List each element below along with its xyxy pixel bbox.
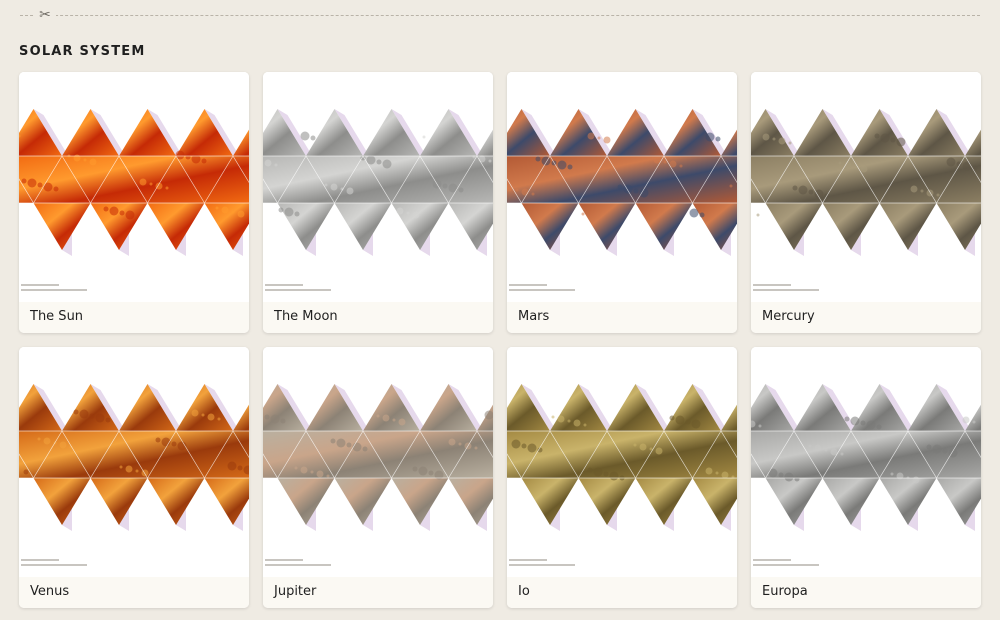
planet-texture: [751, 109, 981, 250]
planet-card[interactable]: Jupiter: [263, 347, 493, 608]
icosahedron-net-preview: [751, 347, 981, 577]
planet-grid: The Sun The Moon Mars Mercury Venus Jupiter Io…: [19, 72, 981, 608]
icosahedron-net-preview: [263, 347, 493, 577]
planet-texture: [19, 384, 249, 525]
planet-name: The Moon: [274, 309, 338, 324]
planet-name: Io: [518, 584, 530, 599]
fine-print: [509, 284, 629, 294]
planet-texture: [507, 109, 737, 250]
card-footer: Mars: [507, 302, 737, 333]
planet-card[interactable]: Mars: [507, 72, 737, 333]
icosahedron-net-preview: [19, 72, 249, 302]
planet-card[interactable]: Mercury: [751, 72, 981, 333]
fine-print: [21, 559, 141, 569]
icosahedron-net: [751, 347, 981, 531]
planet-texture: [263, 109, 493, 250]
planet-card[interactable]: Io: [507, 347, 737, 608]
icosahedron-net: [751, 72, 981, 256]
card-footer: Io: [507, 577, 737, 608]
card-footer: Europa: [751, 577, 981, 608]
card-footer: Jupiter: [263, 577, 493, 608]
icosahedron-net-preview: [19, 347, 249, 577]
card-footer: The Sun: [19, 302, 249, 333]
planet-name: Venus: [30, 584, 70, 599]
planet-name: Mercury: [762, 309, 815, 324]
fine-print: [509, 559, 629, 569]
planet-texture: [19, 109, 249, 250]
icosahedron-net: [507, 72, 737, 256]
icosahedron-net-preview: [751, 72, 981, 302]
icosahedron-net-preview: [263, 72, 493, 302]
planet-name: Mars: [518, 309, 550, 324]
icosahedron-net: [19, 72, 249, 256]
card-footer: The Moon: [263, 302, 493, 333]
cut-line: [20, 15, 980, 16]
card-footer: Venus: [19, 577, 249, 608]
planet-card[interactable]: Venus: [19, 347, 249, 608]
fine-print: [265, 559, 385, 569]
icosahedron-net: [263, 72, 493, 256]
planet-texture: [507, 384, 737, 525]
fine-print: [21, 284, 141, 294]
planet-texture: [751, 384, 981, 525]
icosahedron-net: [19, 347, 249, 531]
planet-texture: [263, 384, 493, 525]
planet-card[interactable]: The Moon: [263, 72, 493, 333]
planet-card[interactable]: Europa: [751, 347, 981, 608]
icosahedron-net-preview: [507, 347, 737, 577]
planet-card[interactable]: The Sun: [19, 72, 249, 333]
fine-print: [753, 284, 873, 294]
planet-name: The Sun: [30, 309, 84, 324]
fine-print: [265, 284, 385, 294]
icosahedron-net: [507, 347, 737, 531]
planet-name: Jupiter: [274, 584, 317, 599]
section-title: SOLAR SYSTEM: [19, 44, 146, 59]
planet-name: Europa: [762, 584, 808, 599]
icosahedron-net: [263, 347, 493, 531]
fine-print: [753, 559, 873, 569]
card-footer: Mercury: [751, 302, 981, 333]
icosahedron-net-preview: [507, 72, 737, 302]
scissors-icon: ✂: [34, 6, 56, 24]
